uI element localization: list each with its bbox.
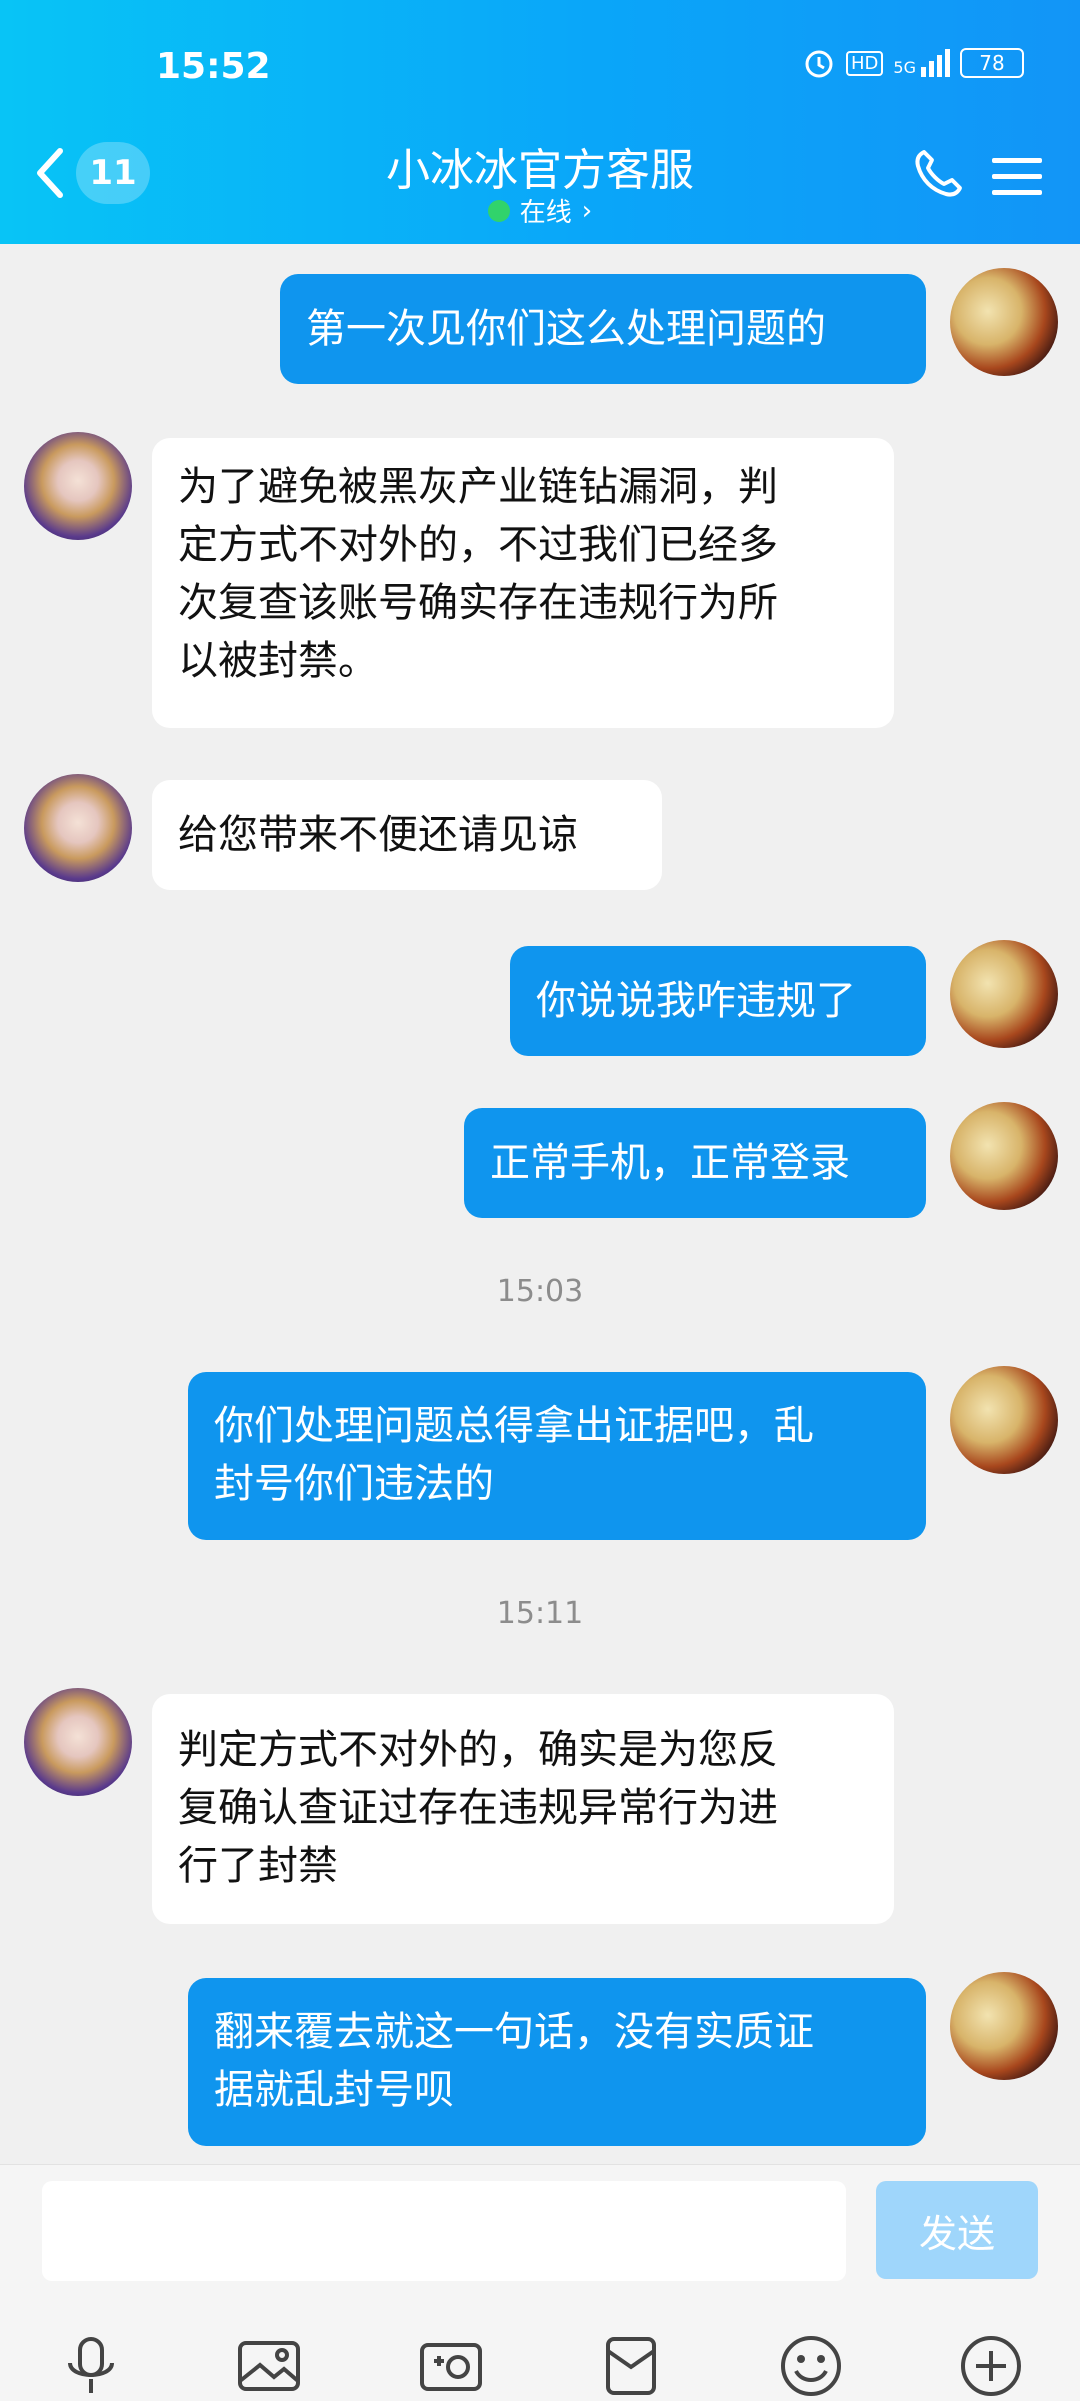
menu-icon[interactable] bbox=[992, 156, 1042, 198]
emoji-icon[interactable] bbox=[778, 2333, 844, 2399]
send-button[interactable]: 发送 bbox=[876, 2181, 1038, 2279]
hd-icon: HD bbox=[846, 50, 884, 76]
my-avatar[interactable] bbox=[950, 940, 1058, 1048]
my-avatar[interactable] bbox=[950, 1972, 1058, 2080]
mic-icon[interactable] bbox=[58, 2333, 124, 2399]
message-bubble-mine[interactable]: 你们处理问题总得拿出证据吧，乱 封号你们违法的 bbox=[188, 1372, 926, 1540]
camera-icon[interactable] bbox=[418, 2333, 484, 2399]
online-label: 在线 bbox=[519, 198, 572, 228]
chat-header: 15:52 HD 5G 78 11 小冰冰官方客服 在线 › bbox=[0, 0, 1080, 244]
message-bubble-agent[interactable]: 给您带来不便还请见谅 bbox=[152, 780, 662, 890]
input-area: 发送 bbox=[0, 2164, 1080, 2401]
message-bubble-mine[interactable]: 正常手机，正常登录 bbox=[464, 1108, 926, 1218]
my-avatar[interactable] bbox=[950, 1366, 1058, 1474]
online-dot-icon bbox=[487, 199, 510, 222]
network-icon: 5G bbox=[893, 49, 950, 77]
my-avatar[interactable] bbox=[950, 1102, 1058, 1210]
message-bubble-mine[interactable]: 第一次见你们这么处理问题的 bbox=[280, 274, 926, 384]
red-packet-icon[interactable] bbox=[598, 2333, 664, 2399]
message-bubble-mine[interactable]: 你说说我咋违规了 bbox=[510, 946, 926, 1056]
image-icon[interactable] bbox=[236, 2333, 302, 2399]
agent-avatar[interactable] bbox=[24, 774, 132, 882]
message-list[interactable]: 第一次见你们这么处理问题的 为了避免被黑灰产业链钻漏洞，判 定方式不对外的，不过… bbox=[0, 244, 1080, 2164]
battery-icon: 78 bbox=[960, 48, 1024, 78]
message-input[interactable] bbox=[42, 2181, 846, 2281]
timestamp: 15:03 bbox=[496, 1274, 584, 1309]
agent-avatar[interactable] bbox=[24, 432, 132, 540]
phone-icon[interactable] bbox=[910, 146, 966, 202]
message-bubble-agent[interactable]: 为了避免被黑灰产业链钻漏洞，判 定方式不对外的，不过我们已经多 次复查该账号确实… bbox=[152, 438, 894, 728]
status-time: 15:52 bbox=[156, 46, 271, 87]
timestamp: 15:11 bbox=[496, 1596, 584, 1631]
chevron-right-icon: › bbox=[581, 195, 593, 226]
message-bubble-agent[interactable]: 判定方式不对外的，确实是为您反 复确认查证过存在违规异常行为进 行了封禁 bbox=[152, 1694, 894, 1924]
message-bubble-mine[interactable]: 翻来覆去就这一句话，没有实质证 据就乱封号呗 bbox=[188, 1978, 926, 2146]
plus-icon[interactable] bbox=[958, 2333, 1024, 2399]
alarm-icon bbox=[805, 50, 833, 78]
agent-avatar[interactable] bbox=[24, 1688, 132, 1796]
my-avatar[interactable] bbox=[950, 268, 1058, 376]
status-icons: HD 5G 78 bbox=[802, 46, 1024, 80]
